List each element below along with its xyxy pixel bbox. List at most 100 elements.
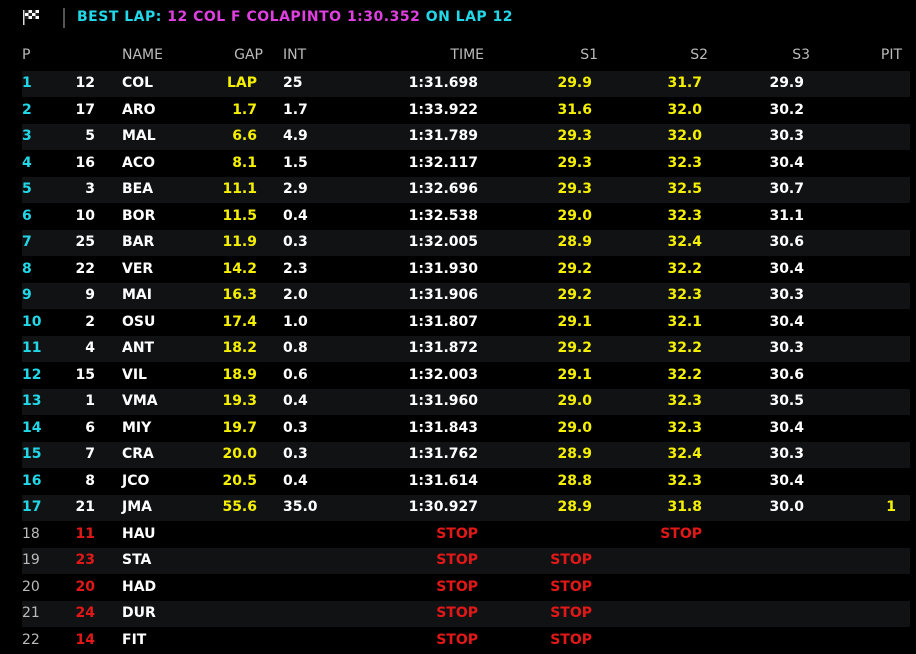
sector1-cell: 28.9 bbox=[557, 446, 592, 462]
driver-name-cell: BEA bbox=[122, 181, 154, 197]
position-cell: 19 bbox=[22, 552, 40, 568]
sector1-cell: 29.3 bbox=[557, 181, 592, 197]
table-row[interactable]: 12 15 VIL 18.9 0.6 1:32.003 29.1 32.2 30.6 bbox=[22, 363, 910, 389]
lap-time-cell: 1:31.960 bbox=[408, 393, 478, 409]
sector2-cell: 32.2 bbox=[667, 340, 702, 356]
lap-time-cell: 1:31.789 bbox=[408, 128, 478, 144]
table-row[interactable]: 13 1 VMA 19.3 0.4 1:31.960 29.0 32.3 30.5 bbox=[22, 389, 910, 415]
car-number-cell: 4 bbox=[85, 340, 95, 356]
car-number-cell: 3 bbox=[85, 181, 95, 197]
table-row[interactable]: 18 11 HAU STOP STOP bbox=[22, 522, 910, 548]
interval-cell: 0.6 bbox=[283, 366, 308, 383]
position-cell: 2 bbox=[22, 101, 32, 118]
interval-cell: 0.3 bbox=[283, 419, 308, 436]
sector2-cell: 32.5 bbox=[667, 181, 702, 197]
sector1-cell: 29.3 bbox=[557, 154, 592, 171]
lap-time-cell: 1:31.843 bbox=[408, 419, 478, 436]
col-header-gap: GAP bbox=[234, 47, 263, 63]
table-row[interactable]: 7 25 BAR 11.9 0.3 1:32.005 28.9 32.4 30.6 bbox=[22, 230, 910, 256]
sector1-cell: 28.9 bbox=[557, 234, 592, 250]
table-row[interactable]: 2 17 ARO 1.7 1.7 1:33.922 31.6 32.0 30.2 bbox=[22, 98, 910, 124]
sector3-cell: 30.4 bbox=[769, 472, 804, 489]
car-number-cell: 15 bbox=[75, 366, 95, 383]
table-row[interactable]: 10 2 OSU 17.4 1.0 1:31.807 29.1 32.1 30.4 bbox=[22, 310, 910, 336]
driver-name-cell: ARO bbox=[122, 101, 156, 118]
col-header-pit: PIT bbox=[880, 47, 902, 63]
sector2-cell: 32.3 bbox=[667, 154, 702, 171]
sector3-cell: 30.4 bbox=[769, 419, 804, 436]
table-row[interactable]: 11 4 ANT 18.2 0.8 1:31.872 29.2 32.2 30.3 bbox=[22, 336, 910, 362]
car-number-cell: 6 bbox=[85, 419, 95, 436]
sector1-cell: 29.2 bbox=[557, 340, 592, 356]
lap-time-cell: 1:31.698 bbox=[408, 75, 478, 91]
table-row[interactable]: 16 8 JCO 20.5 0.4 1:31.614 28.8 32.3 30.4 bbox=[22, 469, 910, 495]
best-lap-on-lap: ON LAP 12 bbox=[425, 9, 514, 25]
table-row[interactable]: 19 23 STA STOP STOP bbox=[22, 548, 910, 574]
position-cell: 7 bbox=[22, 234, 32, 250]
sector1-cell: 29.0 bbox=[557, 207, 592, 224]
car-number-cell: 24 bbox=[75, 605, 95, 621]
interval-cell: 0.4 bbox=[283, 393, 308, 409]
gap-cell: 18.9 bbox=[222, 366, 257, 383]
best-lap-info: 12 COL F COLAPINTO 1:30.352 bbox=[167, 9, 421, 25]
car-number-cell: 14 bbox=[75, 631, 95, 648]
table-row[interactable]: 21 24 DUR STOP STOP bbox=[22, 601, 910, 627]
table-row[interactable]: 14 6 MIY 19.7 0.3 1:31.843 29.0 32.3 30.4 bbox=[22, 416, 910, 442]
table-row[interactable]: 9 9 MAI 16.3 2.0 1:31.906 29.2 32.3 30.3 bbox=[22, 283, 910, 309]
gap-cell: 1.7 bbox=[232, 101, 257, 118]
car-number-cell: 16 bbox=[75, 154, 95, 171]
lap-time-cell: 1:32.003 bbox=[408, 366, 478, 383]
table-row[interactable]: 5 3 BEA 11.1 2.9 1:32.696 29.3 32.5 30.7 bbox=[22, 177, 910, 203]
pit-count-cell: 1 bbox=[886, 499, 896, 515]
sector2-cell: 32.0 bbox=[667, 128, 702, 144]
sector1-cell: 29.0 bbox=[557, 419, 592, 436]
sector1-cell: STOP bbox=[550, 552, 592, 568]
gap-cell: 11.9 bbox=[222, 234, 257, 250]
driver-name-cell: VER bbox=[122, 260, 154, 277]
position-cell: 8 bbox=[22, 260, 32, 277]
table-row[interactable]: 20 20 HAD STOP STOP bbox=[22, 575, 910, 601]
table-row[interactable]: 3 5 MAL 6.6 4.9 1:31.789 29.3 32.0 30.3 bbox=[22, 124, 910, 150]
table-row[interactable]: 15 7 CRA 20.0 0.3 1:31.762 28.9 32.4 30.3 bbox=[22, 442, 910, 468]
car-number-cell: 25 bbox=[75, 234, 95, 250]
gap-cell: 14.2 bbox=[222, 260, 257, 277]
car-number-cell: 17 bbox=[75, 101, 95, 118]
lap-time-cell: STOP bbox=[436, 525, 478, 542]
sector2-cell: 32.2 bbox=[667, 260, 702, 277]
sector1-cell: STOP bbox=[550, 631, 592, 648]
driver-name-cell: MIY bbox=[122, 419, 152, 436]
interval-cell: 1.7 bbox=[283, 101, 308, 118]
interval-cell: 1.5 bbox=[283, 154, 308, 171]
table-row[interactable]: 4 16 ACO 8.1 1.5 1:32.117 29.3 32.3 30.4 bbox=[22, 151, 910, 177]
table-row[interactable]: 6 10 BOR 11.5 0.4 1:32.538 29.0 32.3 31.1 bbox=[22, 204, 910, 230]
position-cell: 4 bbox=[22, 154, 32, 171]
lap-time-cell: 1:32.005 bbox=[408, 234, 478, 250]
table-row[interactable]: 22 14 FIT STOP STOP bbox=[22, 628, 910, 654]
driver-name-cell: ACO bbox=[122, 154, 156, 171]
table-row[interactable]: 8 22 VER 14.2 2.3 1:31.930 29.2 32.2 30.4 bbox=[22, 257, 910, 283]
sector1-cell: 29.1 bbox=[557, 313, 592, 330]
car-number-cell: 8 bbox=[85, 472, 95, 489]
driver-name-cell: HAU bbox=[122, 525, 156, 542]
car-number-cell: 21 bbox=[75, 499, 95, 515]
position-cell: 14 bbox=[22, 419, 42, 436]
position-cell: 16 bbox=[22, 472, 42, 489]
interval-cell: 4.9 bbox=[283, 128, 308, 144]
gap-cell: LAP bbox=[226, 75, 257, 91]
car-number-cell: 11 bbox=[75, 525, 95, 542]
header-divider bbox=[63, 8, 65, 28]
sector3-cell: 30.5 bbox=[769, 393, 804, 409]
gap-cell: 20.5 bbox=[222, 472, 257, 489]
lap-time-cell: STOP bbox=[436, 578, 478, 595]
table-row[interactable]: 17 21 JMA 55.6 35.0 1:30.927 28.9 31.8 30.0 1 bbox=[22, 495, 910, 521]
position-cell: 12 bbox=[22, 366, 42, 383]
lap-time-cell: 1:31.930 bbox=[408, 260, 478, 277]
table-row[interactable]: 1 12 COL LAP 25 1:31.698 29.9 31.7 29.9 bbox=[22, 71, 910, 97]
driver-name-cell: JMA bbox=[122, 499, 152, 515]
gap-cell: 6.6 bbox=[232, 128, 257, 144]
col-header-position: P bbox=[22, 47, 31, 63]
sector3-cell: 29.9 bbox=[769, 75, 804, 91]
lap-time-cell: 1:32.696 bbox=[408, 181, 478, 197]
car-number-cell: 9 bbox=[85, 287, 95, 303]
car-number-cell: 22 bbox=[75, 260, 95, 277]
